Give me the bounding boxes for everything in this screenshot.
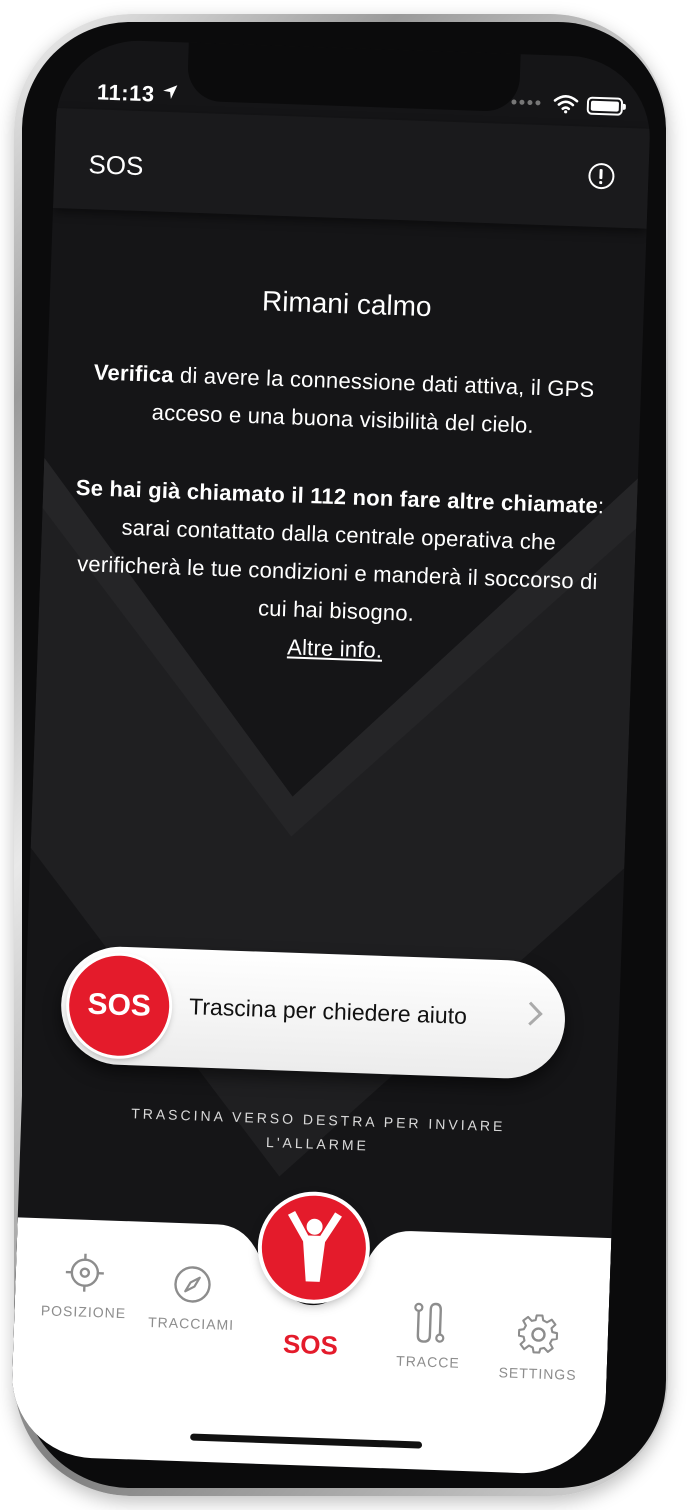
message-paragraph-verify: Verifica di avere la connessione dati at… <box>75 353 611 448</box>
tab-posizione[interactable]: POSIZIONE <box>28 1250 140 1322</box>
tab-tracciami[interactable]: TRACCIAMI <box>136 1262 248 1334</box>
person-arms-up-icon <box>287 1211 342 1282</box>
message-paragraph-112: Se hai già chiamato il 112 non fare altr… <box>67 469 607 678</box>
message-verify-bold: Verifica <box>93 359 175 388</box>
chevron-right-icon <box>518 1001 543 1026</box>
tab-sos[interactable]: SOS <box>235 1193 390 1363</box>
location-arrow-icon <box>163 85 178 100</box>
status-time: 11:13 <box>96 79 156 107</box>
battery-icon <box>586 96 624 116</box>
message-112-bold: Se hai già chiamato il 112 non fare altr… <box>75 474 599 519</box>
tab-settings-label: SETTINGS <box>498 1364 577 1383</box>
app-header: SOS <box>52 108 651 229</box>
gear-icon <box>517 1314 559 1354</box>
route-icon <box>414 1302 445 1343</box>
message-verify-text: di avere la connessione dati attiva, il … <box>151 362 595 438</box>
crosshair-icon <box>65 1253 104 1292</box>
sos-center-button[interactable] <box>260 1193 368 1302</box>
page-title: SOS <box>88 149 144 182</box>
calm-message: Rimani calmo Verifica di avere la connes… <box>66 279 614 717</box>
tab-posizione-label: POSIZIONE <box>40 1302 127 1322</box>
tab-sos-label: SOS <box>282 1328 339 1361</box>
sos-slider-label: Trascina per chiedere aiuto <box>188 993 468 1029</box>
wifi-icon <box>553 95 579 114</box>
sos-slider[interactable]: SOS Trascina per chiedere aiuto <box>59 944 567 1081</box>
more-info-link[interactable]: Altre info. <box>287 634 383 662</box>
cellular-signal-icon <box>511 99 541 106</box>
tab-tracciami-label: TRACCIAMI <box>147 1313 235 1333</box>
compass-icon <box>174 1266 211 1303</box>
info-icon[interactable] <box>587 162 615 190</box>
tab-tracce-label: TRACCE <box>395 1352 460 1371</box>
tab-settings[interactable]: SETTINGS <box>482 1312 594 1384</box>
sos-slider-knob[interactable]: SOS <box>67 954 171 1058</box>
bottom-tab-bar: POSIZIONE TRACCIAMI SOS TRACCE SETTINGS <box>9 1193 612 1476</box>
app-screen: 11:13 SOS Rimani calmo Verifica di avere… <box>9 38 653 1476</box>
tab-tracce[interactable]: TRACCE <box>373 1300 485 1372</box>
